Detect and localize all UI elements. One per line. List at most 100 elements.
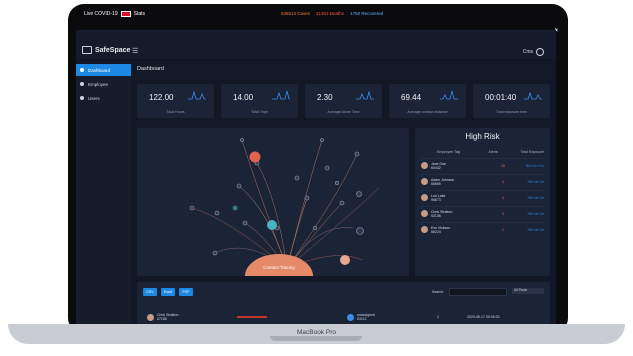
stat-value: 14.00 (233, 93, 254, 102)
avatar (347, 313, 354, 321)
stat-label: Average contact distance (407, 110, 448, 114)
table-row[interactable]: Lori Lake 96673 4 00h 0m 0s (421, 190, 544, 204)
avatar (421, 178, 428, 185)
covid-title: Live COVID-19 (84, 11, 118, 17)
alert-count: 48 (501, 163, 505, 168)
high-risk-panel: High Risk Employee Tag Alerts Total Expo… (415, 128, 550, 276)
sidebar-item-dashboard[interactable]: Dashboard (76, 64, 131, 76)
filter-select[interactable]: All Flows (512, 288, 544, 294)
covid-region: Stats (133, 11, 146, 17)
sidebar-item-employee[interactable]: Employee (76, 78, 131, 90)
stat-value: 69.44 (401, 93, 422, 102)
dashboard-icon (80, 68, 84, 72)
sidebar-item-label: Employee (88, 81, 109, 87)
alert-count: 3 (502, 211, 504, 216)
covid-banner: Live COVID-19 Stats 238513 Cases 41381 D… (76, 8, 558, 34)
contact-id: 83112 (357, 317, 367, 321)
logo-text: SafeSpace (95, 46, 131, 54)
avatar (421, 162, 428, 169)
contacts-table-panel: CSV Excel PDF Search: All Flows Chris St… (137, 282, 550, 326)
high-risk-title: High Risk (465, 132, 500, 141)
app-logo[interactable]: SafeSpace (82, 46, 130, 54)
exposure-link[interactable]: 00h 0m 0s (520, 196, 544, 200)
network-center-label: Contact Tracing (263, 265, 295, 270)
employee-id: 66669 (431, 181, 441, 186)
exposure-link[interactable]: 00h 0m 0s (520, 212, 544, 216)
search-label: Search: (432, 290, 445, 294)
covid-recovered: 1750 Recovered (350, 11, 384, 16)
col-total-exposure: Total Exposure (520, 150, 544, 154)
sparkline-icon (272, 90, 290, 100)
table-row[interactable]: Adam Johnson 66669 4 00h 0m 0s (421, 174, 544, 188)
sparkline-icon (188, 90, 206, 100)
network-svg: Contact Tracing (189, 138, 380, 276)
pdf-button[interactable]: PDF (179, 288, 193, 296)
exposure-link[interactable]: 00h 0m 0s (520, 180, 544, 184)
sparkline-icon (356, 90, 374, 100)
col-employee-tag: Employee Tag (437, 150, 460, 154)
alert-count: 4 (502, 195, 504, 200)
stat-value: 122.00 (149, 93, 174, 102)
search-input[interactable] (449, 288, 507, 296)
user-menu[interactable]: Cms (523, 48, 544, 56)
employee-id: 67188 (157, 317, 167, 321)
stat-label: Total exposure time (495, 110, 528, 114)
risk-bar (237, 316, 267, 318)
employee-id: 60442 (431, 165, 441, 170)
stat-value: 2.30 (317, 93, 333, 102)
table-row[interactable]: Jane Doe 60442 48 00h 0m 47s (421, 158, 544, 172)
avatar (421, 226, 428, 233)
main-content: Dashboard 122.00 Total Hours 14.00 Total… (131, 64, 556, 326)
stat-card: 69.44 Average contact distance (389, 84, 466, 118)
high-risk-header: Employee Tag Alerts Total Exposure (421, 150, 544, 154)
table-row[interactable]: Eve Vickson 66224 2 00h 0m 0s (421, 222, 544, 236)
stat-card: 122.00 Total Hours (137, 84, 214, 118)
sidebar-item-users[interactable]: Users (76, 92, 131, 104)
sidebar-item-label: Dashboard (88, 67, 111, 73)
sidebar-item-label: Users (88, 95, 100, 101)
employee-id: 96673 (431, 197, 441, 202)
stat-label: Total Trips (251, 110, 268, 114)
covid-cases: 238513 Cases (281, 11, 311, 16)
app: SafeSpace ☰ Cms Dashboard Employee Users… (76, 30, 556, 326)
contact-count: 1 (437, 315, 439, 319)
top-bar: SafeSpace ☰ Cms (76, 30, 556, 60)
sparkline-icon (440, 90, 458, 100)
employee-id: 52108 (431, 213, 441, 218)
contact-time: 2020-06-17 00:05:23 (467, 315, 500, 319)
exposure-link[interactable]: 00h 0m 0s (520, 228, 544, 232)
laptop-notch (270, 336, 362, 341)
stat-label: Average Alone Time (327, 110, 360, 114)
exposure-link[interactable]: 00h 0m 47s (520, 164, 544, 168)
csv-button[interactable]: CSV (143, 288, 157, 296)
stat-card: 00:01:40 Total exposure time (473, 84, 550, 118)
col-alerts: Alerts (488, 150, 498, 154)
alert-count: 2 (502, 227, 504, 232)
table-row[interactable]: Chris Stratton 52108 3 00h 0m 0s (421, 206, 544, 220)
stat-label: Total Hours (166, 110, 185, 114)
user-avatar-icon (536, 48, 544, 56)
gear-icon (80, 96, 84, 100)
person-icon (80, 82, 84, 86)
device-label: MacBook Pro (296, 329, 337, 336)
avatar (147, 313, 154, 321)
contact-network-graph[interactable]: Contact Tracing (137, 128, 409, 276)
avatar (421, 210, 428, 217)
covid-deaths: 41381 Deaths (316, 11, 345, 16)
employee-id: 66224 (431, 229, 441, 234)
stat-value: 00:01:40 (485, 93, 517, 102)
avatar (421, 194, 428, 201)
sidebar: Dashboard Employee Users (76, 64, 131, 326)
stat-card: 14.00 Total Trips (221, 84, 298, 118)
stats-row: 122.00 Total Hours 14.00 Total Trips 2.3… (137, 84, 550, 118)
page-title: Dashboard (137, 66, 164, 72)
uk-flag-icon (120, 11, 131, 17)
user-name: Cms (522, 49, 533, 55)
sparkline-icon (524, 91, 542, 100)
stat-card: 2.30 Average Alone Time (305, 84, 382, 118)
alert-count: 4 (502, 179, 504, 184)
table-row[interactable]: Chris Stratton 67188 unassigned 83112 1 20… (147, 310, 540, 324)
logo-icon (82, 46, 92, 54)
excel-button[interactable]: Excel (161, 288, 175, 296)
menu-icon[interactable]: ☰ (132, 47, 138, 55)
